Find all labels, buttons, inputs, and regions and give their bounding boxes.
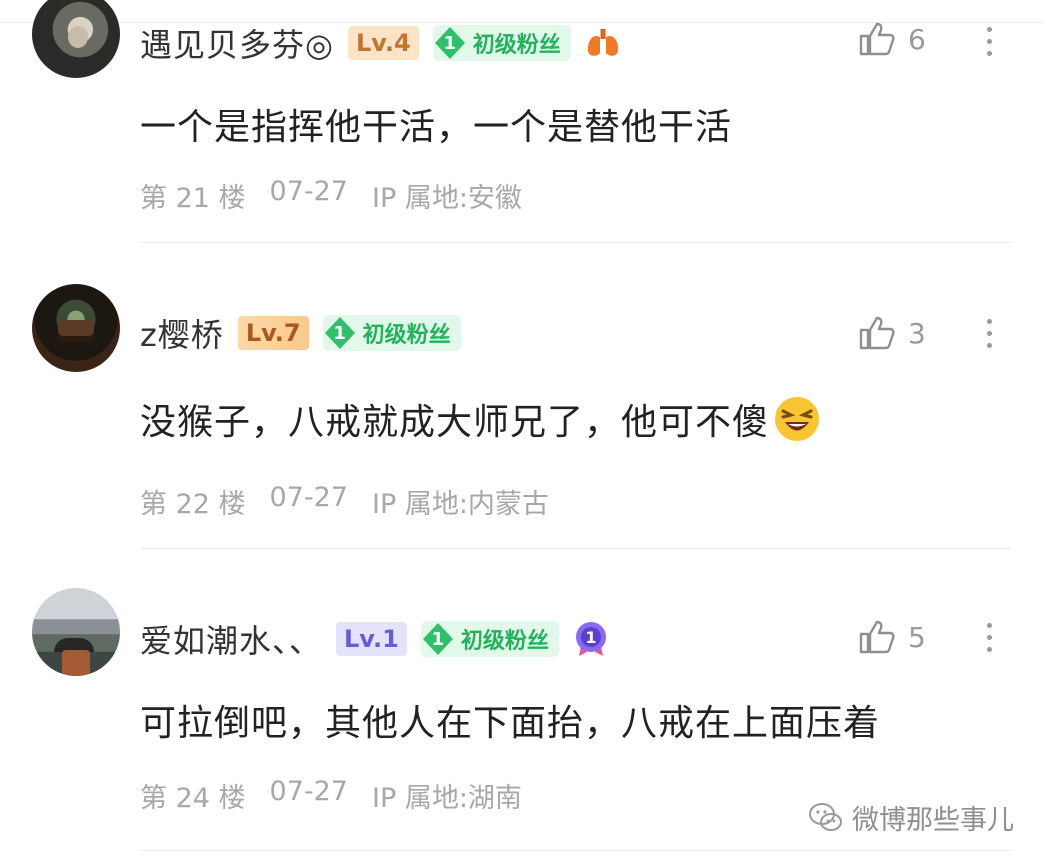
gem-icon: 1	[421, 621, 455, 657]
comment-meta: 第 24 楼 07-27 IP 属地:湖南	[140, 776, 522, 815]
gem-icon: 1	[323, 315, 357, 351]
comment-header: 遇见贝多芬◎ Lv.4 1 初级粉丝	[140, 20, 623, 66]
comment-header: z樱桥 Lv.7 1 初级粉丝	[140, 310, 461, 356]
avatar[interactable]	[32, 0, 120, 78]
more-menu-button[interactable]	[982, 310, 996, 356]
fan-badge: 1 初级粉丝	[420, 621, 559, 657]
divider	[140, 242, 1012, 243]
fan-badge-label: 初级粉丝	[362, 323, 451, 348]
laughing-emoji-icon	[775, 397, 820, 441]
fan-badge: 1 初级粉丝	[432, 25, 571, 61]
level-badge: Lv.4	[347, 26, 419, 60]
like-count: 5	[908, 620, 926, 654]
ip-location: IP 属地:湖南	[372, 783, 522, 814]
ip-location: IP 属地:内蒙古	[372, 489, 549, 520]
thumbs-up-icon	[859, 22, 895, 56]
medal-icon: 1	[571, 621, 611, 657]
level-badge: Lv.1	[336, 622, 407, 656]
avatar[interactable]	[32, 588, 120, 676]
username[interactable]: z樱桥	[140, 310, 224, 356]
thumbs-up-icon	[859, 620, 895, 654]
like-count: 3	[908, 316, 926, 350]
more-menu-button[interactable]	[982, 614, 996, 660]
lungs-icon	[583, 25, 623, 61]
like-count: 6	[908, 22, 926, 56]
comment-date: 07-27	[269, 482, 348, 513]
floor-number: 第 24 楼	[140, 783, 246, 814]
more-menu-button[interactable]	[982, 18, 996, 64]
comment-text: 可拉倒吧，其他人在下面抬，八戒在上面压着	[140, 703, 881, 744]
like-button[interactable]: 3	[858, 310, 926, 356]
thumbs-up-icon	[859, 316, 895, 350]
floor-number: 第 21 楼	[140, 183, 246, 214]
svg-text:1: 1	[585, 628, 596, 647]
like-button[interactable]: 6	[858, 16, 926, 62]
comment-date: 07-27	[269, 776, 348, 807]
like-button[interactable]: 5	[858, 614, 926, 660]
wechat-icon	[809, 802, 842, 831]
fan-badge-label: 初级粉丝	[460, 629, 549, 654]
username[interactable]: 爱如潮水、、	[140, 616, 322, 662]
divider	[140, 548, 1012, 549]
divider	[140, 850, 1012, 851]
fan-badge-label: 初级粉丝	[472, 33, 561, 58]
ip-location: IP 属地:安徽	[372, 183, 522, 214]
comment-text: 一个是指挥他干活，一个是替他干活	[140, 107, 733, 148]
avatar[interactable]	[32, 284, 120, 372]
watermark: 微博那些事儿	[808, 798, 1014, 837]
level-badge: Lv.7	[237, 316, 309, 350]
comment-text: 没猴子，八戒就成大师兄了，他可不傻	[140, 390, 821, 448]
username[interactable]: 遇见贝多芬◎	[140, 20, 334, 66]
gem-icon: 1	[433, 25, 467, 61]
fan-badge: 1 初级粉丝	[322, 315, 461, 351]
floor-number: 第 22 楼	[140, 489, 246, 520]
watermark-text: 微博那些事儿	[852, 805, 1014, 836]
comment-meta: 第 21 楼 07-27 IP 属地:安徽	[140, 176, 522, 215]
comment-date: 07-27	[269, 176, 348, 207]
comment-meta: 第 22 楼 07-27 IP 属地:内蒙古	[140, 482, 549, 521]
comment-header: 爱如潮水、、 Lv.1 1 初级粉丝 1	[140, 616, 611, 662]
comment-feed: 遇见贝多芬◎ Lv.4 1 初级粉丝 6 一个是指挥他干活，一个是替他干活 第 …	[0, 0, 1044, 864]
